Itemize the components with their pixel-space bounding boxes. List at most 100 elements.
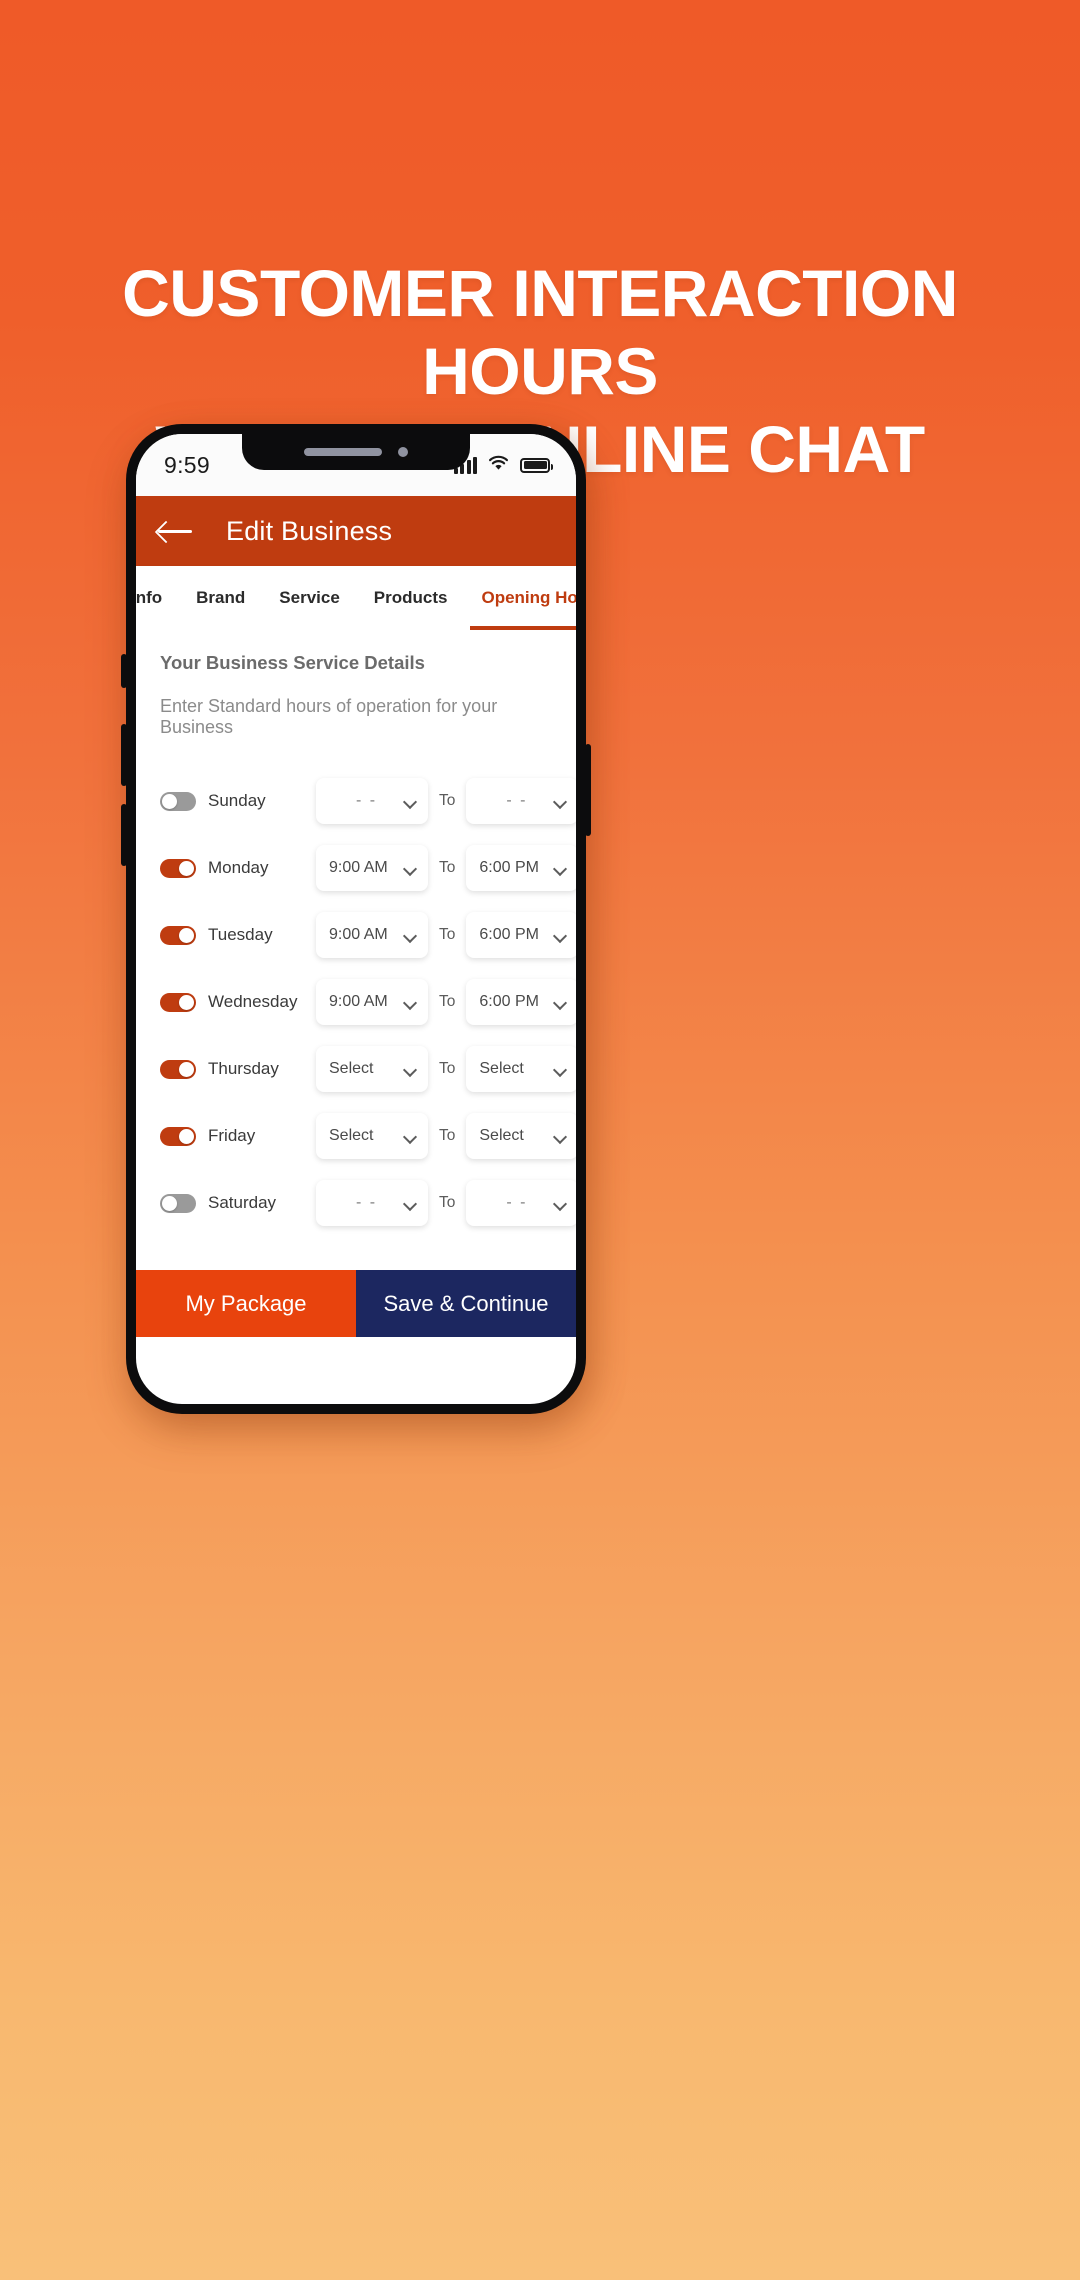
- close-time-select-sunday[interactable]: - -: [466, 778, 576, 824]
- chevron-down-icon: [404, 797, 417, 805]
- select-value: 6:00 PM: [479, 993, 539, 1010]
- open-time-select-sunday[interactable]: - -: [316, 778, 428, 824]
- save-continue-button[interactable]: Save & Continue: [356, 1270, 576, 1337]
- tab-products[interactable]: Products: [357, 566, 465, 630]
- chevron-down-icon: [554, 998, 567, 1006]
- day-toggle-sunday[interactable]: [160, 791, 196, 811]
- tab-service[interactable]: Service: [262, 566, 357, 630]
- table-row: Wednesday 9:00 AM To 6:00 PM: [136, 979, 576, 1025]
- select-value: - -: [506, 792, 528, 809]
- to-label: To: [439, 1127, 456, 1144]
- day-label: Wednesday: [208, 992, 298, 1011]
- select-value: 6:00 PM: [479, 926, 539, 943]
- select-value: 9:00 AM: [329, 859, 388, 876]
- table-row: Sunday - - To - -: [136, 778, 576, 824]
- day-label: Sunday: [208, 791, 266, 810]
- close-time-select-thursday[interactable]: Select: [466, 1046, 576, 1092]
- bottom-action-bar: My Package Save & Continue: [136, 1270, 576, 1337]
- chevron-down-icon: [404, 998, 417, 1006]
- select-value: 9:00 AM: [329, 993, 388, 1010]
- tab-label: Opening Hours: [481, 588, 576, 607]
- arrow-left-icon[interactable]: [158, 518, 194, 544]
- day-label: Monday: [208, 858, 269, 877]
- promo-banner: CUSTOMER INTERACTION HOURS WITH 24/7 ONL…: [0, 0, 1080, 2280]
- day-label: Tuesday: [208, 925, 273, 944]
- day-toggle-saturday[interactable]: [160, 1193, 196, 1213]
- front-camera: [398, 447, 408, 457]
- volume-up-button[interactable]: [121, 724, 127, 786]
- open-time-select-thursday[interactable]: Select: [316, 1046, 428, 1092]
- chevron-down-icon: [554, 864, 567, 872]
- tab-label: Info: [136, 588, 163, 607]
- close-time-select-saturday[interactable]: - -: [466, 1180, 576, 1226]
- day-toggle-tuesday[interactable]: [160, 925, 196, 945]
- to-label: To: [439, 1194, 456, 1211]
- open-time-select-monday[interactable]: 9:00 AM: [316, 845, 428, 891]
- chevron-down-icon: [404, 864, 417, 872]
- chevron-down-icon: [554, 1199, 567, 1207]
- tab-label: Service: [279, 588, 340, 607]
- chevron-down-icon: [404, 1132, 417, 1140]
- table-row: Saturday - - To - -: [136, 1180, 576, 1226]
- phone-notch: [242, 434, 470, 470]
- select-value: Select: [329, 1127, 374, 1144]
- day-toggle-wednesday[interactable]: [160, 992, 196, 1012]
- open-time-select-saturday[interactable]: - -: [316, 1180, 428, 1226]
- volume-down-button[interactable]: [121, 804, 127, 866]
- tab-bar[interactable]: Info Brand Service Products Opening Hour…: [136, 566, 576, 630]
- day-label: Saturday: [208, 1193, 277, 1212]
- promo-headline-line1: CUSTOMER INTERACTION HOURS: [122, 256, 958, 408]
- tab-info[interactable]: Info: [136, 566, 179, 630]
- select-value: - -: [506, 1194, 528, 1211]
- open-time-select-tuesday[interactable]: 9:00 AM: [316, 912, 428, 958]
- select-value: 6:00 PM: [479, 859, 539, 876]
- tab-opening-hours[interactable]: Opening Hours: [464, 566, 576, 630]
- chevron-down-icon: [404, 931, 417, 939]
- day-toggle-monday[interactable]: [160, 858, 196, 878]
- status-clock: 9:59: [164, 451, 210, 478]
- to-label: To: [439, 859, 456, 876]
- to-label: To: [439, 926, 456, 943]
- section-subtitle: Enter Standard hours of operation for yo…: [160, 696, 498, 737]
- to-label: To: [439, 1060, 456, 1077]
- to-label: To: [439, 792, 456, 809]
- select-value: Select: [329, 1060, 374, 1077]
- open-time-select-friday[interactable]: Select: [316, 1113, 428, 1159]
- tab-label: Brand: [196, 588, 246, 607]
- to-label: To: [439, 993, 456, 1010]
- select-value: - -: [355, 1194, 378, 1211]
- select-value: Select: [479, 1060, 524, 1077]
- close-time-select-tuesday[interactable]: 6:00 PM: [466, 912, 576, 958]
- tab-label: Products: [373, 588, 448, 607]
- table-row: Thursday Select To Select: [136, 1046, 576, 1092]
- close-time-select-wednesday[interactable]: 6:00 PM: [466, 979, 576, 1025]
- my-package-button[interactable]: My Package: [136, 1270, 356, 1337]
- chevron-down-icon: [554, 1132, 567, 1140]
- app-header: Edit Business: [136, 496, 576, 566]
- silent-switch[interactable]: [121, 654, 127, 688]
- close-time-select-friday[interactable]: Select: [466, 1113, 576, 1159]
- power-button[interactable]: [585, 744, 591, 836]
- day-toggle-thursday[interactable]: [160, 1059, 196, 1079]
- day-label: Thursday: [208, 1059, 279, 1078]
- table-row: Friday Select To Select: [136, 1113, 576, 1159]
- close-time-select-monday[interactable]: 6:00 PM: [466, 845, 576, 891]
- day-label: Friday: [208, 1126, 256, 1145]
- tab-brand[interactable]: Brand: [179, 566, 262, 630]
- opening-hours-panel: Your Business Service Details Enter Stan…: [136, 630, 576, 1337]
- status-icons: [453, 455, 553, 476]
- chevron-down-icon: [554, 797, 567, 805]
- day-toggle-friday[interactable]: [160, 1126, 196, 1146]
- section-title: Your Business Service Details: [160, 652, 425, 673]
- chevron-down-icon: [404, 1199, 417, 1207]
- wifi-icon: [488, 455, 509, 476]
- select-value: Select: [479, 1127, 524, 1144]
- open-time-select-wednesday[interactable]: 9:00 AM: [316, 979, 428, 1025]
- day-rows-list: Sunday - - To - - Monday 9:00 AM To 6:00…: [136, 778, 576, 1226]
- page-title: Edit Business: [226, 515, 393, 546]
- phone-mockup: 9:59 Edit Business nfo Brand Service Pro…: [121, 424, 591, 1414]
- table-row: Tuesday 9:00 AM To 6:00 PM: [136, 912, 576, 958]
- speaker-grille: [304, 448, 382, 456]
- chevron-down-icon: [404, 1065, 417, 1073]
- select-value: - -: [355, 792, 378, 809]
